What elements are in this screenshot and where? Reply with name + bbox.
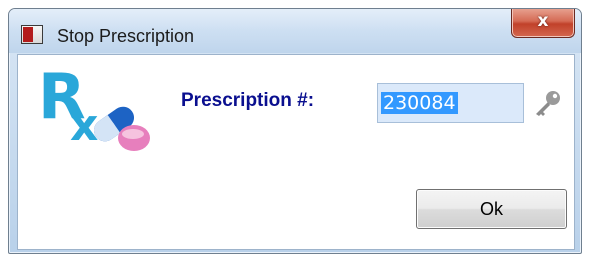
svg-text:x: x [70,100,98,151]
prescription-number-value: 230084 [381,92,458,114]
ok-button[interactable]: Ok [416,189,567,229]
prescription-number-input[interactable]: 230084 [377,83,524,123]
rx-pills-icon: R x [38,60,150,151]
key-icon[interactable] [531,89,563,117]
title-bar[interactable]: Stop Prescription x [9,9,581,53]
close-button[interactable]: x [511,9,575,38]
window-title: Stop Prescription [57,26,195,46]
prescription-number-label: Prescription #: [181,90,315,111]
app-window-icon[interactable] [21,25,43,44]
